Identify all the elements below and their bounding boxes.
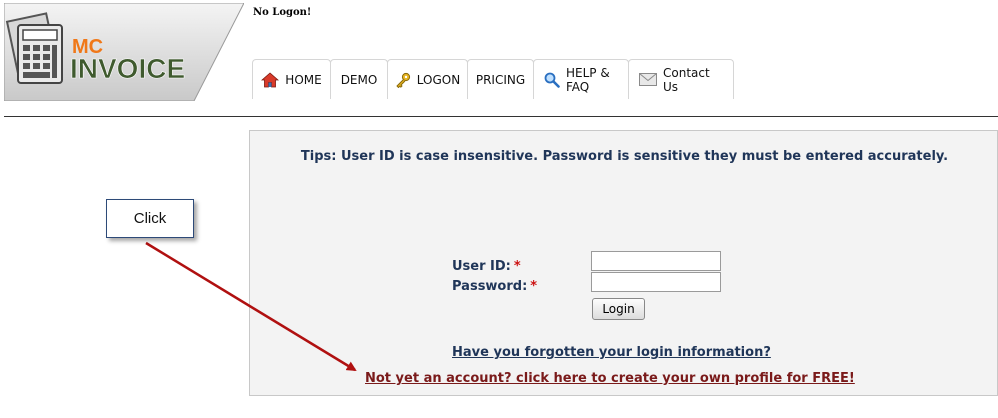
tab-logon-label: LOGON [416, 72, 461, 87]
mc-invoice-logo[interactable]: MC INVOICE [4, 3, 244, 101]
tab-pricing-label: PRICING [475, 72, 526, 87]
password-input[interactable] [591, 272, 721, 292]
main-nav: HOME DEMO LOGON PRICING HELP & FAQ Conta… [252, 59, 734, 99]
magnifier-icon [544, 72, 560, 88]
login-button[interactable]: Login [592, 298, 645, 320]
tab-demo[interactable]: DEMO [330, 59, 388, 99]
logon-status: No Logon! [253, 7, 312, 18]
tab-home-label: HOME [285, 72, 322, 87]
tab-help-faq-label: HELP & FAQ [566, 65, 610, 94]
tab-help-faq[interactable]: HELP & FAQ [533, 59, 629, 99]
login-tips: Tips: User ID is case insensitive. Passw… [300, 149, 949, 164]
envelope-icon [639, 73, 657, 86]
password-label-wrap: Password: * [452, 275, 537, 294]
password-required-mark: * [530, 279, 538, 294]
tab-contact-us[interactable]: Contact Us [628, 59, 734, 99]
password-label: Password: [452, 279, 528, 294]
click-callout: Click [106, 199, 194, 238]
create-profile-link[interactable]: Not yet an account? click here to create… [365, 371, 855, 386]
tab-logon[interactable]: LOGON [387, 59, 468, 99]
user-id-input[interactable] [591, 251, 721, 271]
key-icon [395, 72, 411, 88]
tab-demo-label: DEMO [340, 72, 378, 87]
user-id-label-wrap: User ID: * [452, 255, 521, 274]
header-divider [4, 116, 998, 117]
logo-brand-main: INVOICE [70, 53, 185, 84]
user-id-required-mark: * [513, 259, 521, 274]
user-id-label: User ID: [452, 259, 511, 274]
tab-pricing[interactable]: PRICING [467, 59, 534, 99]
tab-home[interactable]: HOME [252, 59, 331, 99]
login-panel: Tips: User ID is case insensitive. Passw… [249, 130, 998, 396]
forgot-login-link[interactable]: Have you forgotten your login informatio… [452, 345, 771, 360]
tab-contact-us-label: Contact Us [663, 65, 710, 94]
home-icon [261, 71, 280, 88]
